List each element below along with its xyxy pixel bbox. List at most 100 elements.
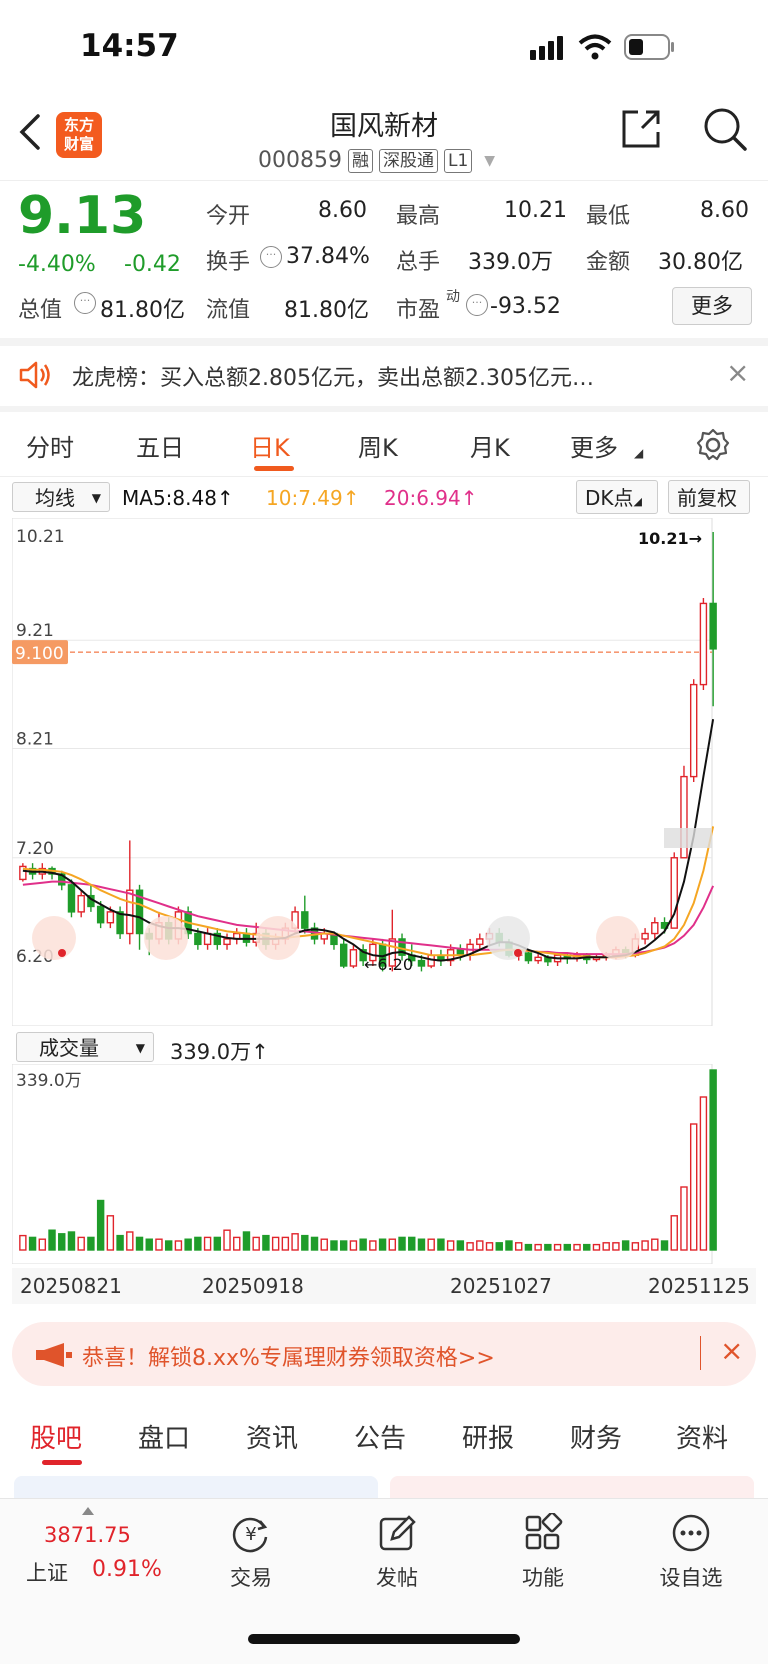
- volume-chart[interactable]: 339.0万: [11, 1063, 756, 1265]
- candle-body: [67, 884, 76, 913]
- svg-text:¥: ¥: [245, 1524, 256, 1545]
- volume-bar: [709, 1069, 717, 1251]
- float-label: 流值: [206, 298, 251, 323]
- mktcap-value: 81.80亿: [100, 298, 185, 323]
- dk-point-button[interactable]: DK点◢: [576, 480, 658, 514]
- volume-bar: [505, 1240, 513, 1251]
- ma-select[interactable]: 均线 ▼: [12, 482, 110, 512]
- volume-select[interactable]: 成交量 ▼: [16, 1032, 154, 1062]
- low-label: 最低: [586, 204, 631, 229]
- tab-monthly-k[interactable]: 月K: [470, 428, 510, 463]
- tab-profile[interactable]: 资料: [676, 1418, 728, 1455]
- yen-cycle-icon: ¥: [232, 1517, 268, 1553]
- tab-research[interactable]: 研报: [462, 1418, 514, 1455]
- add-watchlist-button[interactable]: 设自选: [636, 1513, 746, 1592]
- candle-body: [689, 683, 698, 778]
- candle-body: [194, 932, 202, 946]
- chart-nav-button: [256, 916, 300, 960]
- volume-bar: [291, 1233, 299, 1251]
- volume-bar: [621, 1240, 630, 1251]
- volume-bar: [281, 1236, 290, 1251]
- kline-chart[interactable]: 10.21 9.21 8.21 7.20 6.20 9.100 10.21→ ←6.20: [11, 517, 756, 1027]
- tab-announcements[interactable]: 公告: [354, 1418, 406, 1455]
- info-dots-icon[interactable]: ···: [74, 292, 96, 314]
- caret-down-icon: ▼: [91, 491, 101, 505]
- tag-margin: 融: [347, 148, 373, 173]
- candle-body: [301, 911, 309, 929]
- forum-card-left[interactable]: [14, 1476, 378, 1498]
- close-icon[interactable]: ×: [726, 356, 749, 389]
- date-label: 20251125: [648, 1274, 750, 1298]
- more-quote-button[interactable]: 更多: [672, 287, 752, 325]
- candle-body: [476, 938, 484, 946]
- tag-level: L1: [443, 148, 473, 173]
- volume-bar: [553, 1243, 562, 1251]
- volume-bar: [271, 1236, 280, 1251]
- tab-five-day[interactable]: 五日: [136, 428, 184, 463]
- volume-svg: 339.0万: [11, 1063, 717, 1265]
- volume-bar: [28, 1236, 37, 1251]
- volume-bar: [476, 1240, 484, 1251]
- tab-weekly-k[interactable]: 周K: [358, 428, 398, 463]
- candle-body: [339, 943, 348, 967]
- volume-bar: [485, 1242, 494, 1251]
- tab-news[interactable]: 资讯: [246, 1418, 298, 1455]
- volume-bar: [96, 1199, 105, 1251]
- stock-code: 000859: [258, 148, 342, 173]
- post-button[interactable]: 发帖: [342, 1513, 452, 1592]
- chart-nav-button: [144, 916, 188, 960]
- tab-more[interactable]: 更多: [570, 428, 618, 463]
- expand-up-icon[interactable]: [82, 1507, 94, 1515]
- promo-banner[interactable]: 恭喜！解锁8.xx%专属理财券领取资格>> ×: [12, 1322, 756, 1386]
- info-dots-icon[interactable]: ···: [260, 246, 282, 268]
- volume-bar: [378, 1238, 387, 1251]
- info-dots-icon[interactable]: ···: [466, 294, 488, 316]
- tab-orderbook[interactable]: 盘口: [138, 1418, 190, 1455]
- caret-down-icon: ▼: [484, 152, 496, 169]
- candle-body: [106, 911, 115, 924]
- volume-bar: [126, 1231, 134, 1251]
- volume-bar: [349, 1240, 358, 1251]
- volume-bar: [573, 1243, 581, 1251]
- candle-body: [534, 956, 542, 962]
- tab-finance[interactable]: 财务: [570, 1418, 622, 1455]
- home-indicator: [248, 1634, 520, 1644]
- volume-bar: [670, 1215, 678, 1251]
- candle-body: [96, 905, 105, 924]
- functions-button[interactable]: 功能: [488, 1511, 598, 1592]
- adjust-button[interactable]: 前复权: [668, 480, 750, 514]
- caret-down-icon: ▼: [135, 1041, 145, 1055]
- volume-bar: [417, 1238, 426, 1251]
- volume-bar: [310, 1236, 319, 1251]
- forum-card-right[interactable]: [390, 1476, 754, 1498]
- tab-intraday[interactable]: 分时: [26, 428, 74, 463]
- volume-frame: [11, 1063, 713, 1265]
- volume-bar: [612, 1242, 620, 1251]
- float-value: 81.80亿: [284, 298, 369, 323]
- grid-icon: [525, 1511, 563, 1550]
- min-price-label: ←6.20: [364, 955, 413, 974]
- ma5-value: MA5:8.48↑: [122, 486, 234, 510]
- close-icon[interactable]: ×: [720, 1334, 743, 1367]
- max-price-label: 10.21→: [638, 529, 702, 548]
- gear-icon[interactable]: [696, 428, 730, 462]
- open-value: 8.60: [318, 198, 367, 223]
- volume-bar: [398, 1236, 406, 1251]
- volume-bar: [330, 1240, 338, 1251]
- volume-bar: [301, 1234, 309, 1251]
- status-time: 14:57: [80, 28, 179, 64]
- banner-text: 龙虎榜：买入总额2.805亿元，卖出总额2.305亿元…: [72, 366, 594, 391]
- volume-indicator-row: 成交量 ▼ 339.0万↑: [12, 1032, 756, 1068]
- y-tick-label: 8.21: [16, 729, 54, 749]
- volume-bar: [699, 1096, 708, 1251]
- tab-daily-k[interactable]: 日K: [250, 428, 290, 463]
- index-value[interactable]: 3871.75: [44, 1523, 131, 1547]
- stock-code-row[interactable]: 000859 融 深股通 L1 ▼: [258, 148, 495, 173]
- volume-bar: [563, 1243, 572, 1251]
- promo-text: 恭喜！解锁8.xx%专属理财券领取资格>>: [82, 1346, 495, 1371]
- dragon-tiger-banner[interactable]: 龙虎榜：买入总额2.805亿元，卖出总额2.305亿元… ×: [0, 342, 768, 408]
- volume-bar: [689, 1123, 698, 1251]
- tab-forum[interactable]: 股吧: [30, 1418, 82, 1455]
- volume-bar: [514, 1242, 523, 1251]
- trade-button[interactable]: ¥ 交易: [196, 1513, 306, 1592]
